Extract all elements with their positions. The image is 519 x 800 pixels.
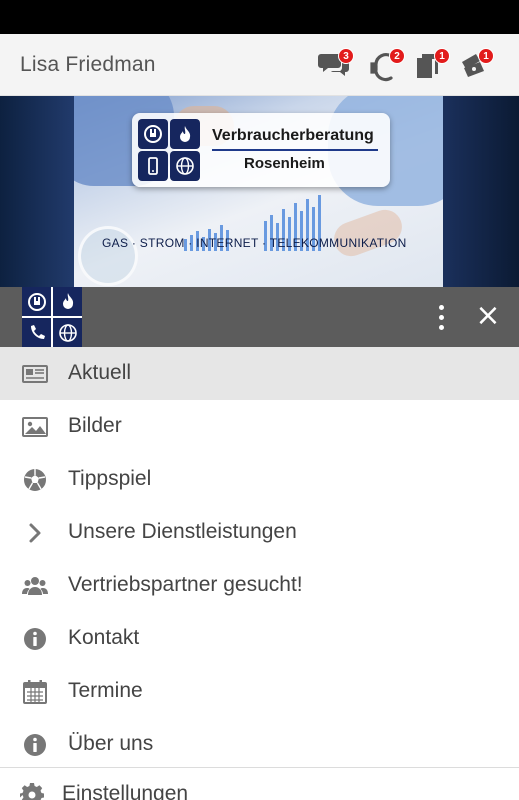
euro-badge: 2 bbox=[389, 48, 405, 64]
settings-item[interactable]: Einstellungen bbox=[0, 768, 519, 800]
chat-button[interactable]: 3 bbox=[318, 48, 354, 84]
header-banner: Verbraucherberatung Rosenheim GAS · STRO… bbox=[0, 96, 519, 287]
menu-item-label: Kontakt bbox=[68, 626, 140, 649]
brand-location: Rosenheim bbox=[244, 155, 325, 172]
menu-item-tippspiel[interactable]: Tippspiel bbox=[0, 453, 519, 506]
globe-icon bbox=[176, 157, 194, 175]
menu-item-label: Unsere Dienstleistungen bbox=[68, 520, 297, 543]
soccer-ball-icon bbox=[24, 469, 46, 491]
menu-item-kontakt[interactable]: Kontakt bbox=[0, 612, 519, 665]
banner-photo: Verbraucherberatung Rosenheim GAS · STRO… bbox=[74, 96, 443, 287]
user-name[interactable]: Lisa Friedman bbox=[20, 53, 156, 77]
menu-item-ueber-uns[interactable]: Über uns bbox=[0, 718, 519, 771]
coupons-button[interactable]: 1 bbox=[458, 48, 494, 84]
newspaper-icon bbox=[22, 365, 48, 383]
brand-tagline: GAS · STROM · INTERNET · TELEKOMMUNIKATI… bbox=[102, 236, 407, 250]
gear-icon bbox=[20, 783, 44, 800]
euro-button[interactable]: 2 bbox=[369, 48, 405, 84]
calendar-icon bbox=[23, 680, 47, 704]
menu-item-aktuell[interactable]: Aktuell bbox=[0, 347, 519, 400]
brand-divider bbox=[212, 149, 378, 151]
plug-icon bbox=[144, 125, 162, 143]
more-options-button[interactable] bbox=[428, 303, 454, 333]
globe-icon bbox=[59, 324, 77, 342]
phone-icon bbox=[31, 325, 45, 339]
close-drawer-button[interactable]: × bbox=[474, 301, 502, 331]
navigation-menu: Aktuell Bilder Tippspiel Unsere Dienstle… bbox=[0, 347, 519, 771]
menu-item-label: Bilder bbox=[68, 414, 122, 437]
menu-item-unsere-dienstleistungen[interactable]: Unsere Dienstleistungen bbox=[0, 506, 519, 559]
info-icon bbox=[24, 734, 46, 756]
close-icon: × bbox=[475, 298, 501, 333]
menu-item-label: Termine bbox=[68, 679, 143, 702]
menu-item-label: Über uns bbox=[68, 732, 154, 755]
flame-icon bbox=[63, 293, 74, 309]
menu-item-label: Vertriebspartner gesucht! bbox=[68, 573, 303, 596]
plug-icon bbox=[28, 293, 46, 311]
menu-item-label: Aktuell bbox=[68, 361, 132, 384]
users-icon bbox=[22, 577, 48, 595]
menu-item-vertriebspartner-gesucht[interactable]: Vertriebspartner gesucht! bbox=[0, 559, 519, 612]
more-vertical-icon bbox=[439, 305, 444, 310]
menu-item-bilder[interactable]: Bilder bbox=[0, 400, 519, 453]
brand-logo-card: Verbraucherberatung Rosenheim bbox=[132, 113, 390, 187]
drawer-header: × bbox=[0, 287, 519, 347]
info-icon bbox=[24, 628, 46, 650]
settings-label: Einstellungen bbox=[62, 782, 189, 800]
menu-item-termine[interactable]: Termine bbox=[0, 665, 519, 718]
chevron-right-icon bbox=[29, 523, 41, 543]
documents-button[interactable]: 1 bbox=[414, 48, 450, 84]
app-header: Lisa Friedman 3 2 1 1 bbox=[0, 34, 519, 96]
drawer-logo[interactable] bbox=[22, 287, 82, 347]
status-bar bbox=[0, 0, 519, 34]
documents-badge: 1 bbox=[434, 48, 450, 64]
menu-item-label: Tippspiel bbox=[68, 467, 152, 490]
smartphone-icon bbox=[148, 157, 158, 175]
image-icon bbox=[22, 417, 48, 437]
coupons-badge: 1 bbox=[478, 48, 494, 64]
brand-name: Verbraucherberatung bbox=[212, 127, 374, 144]
chat-badge: 3 bbox=[338, 48, 354, 64]
flame-icon bbox=[180, 126, 191, 142]
brand-logo bbox=[138, 119, 200, 181]
